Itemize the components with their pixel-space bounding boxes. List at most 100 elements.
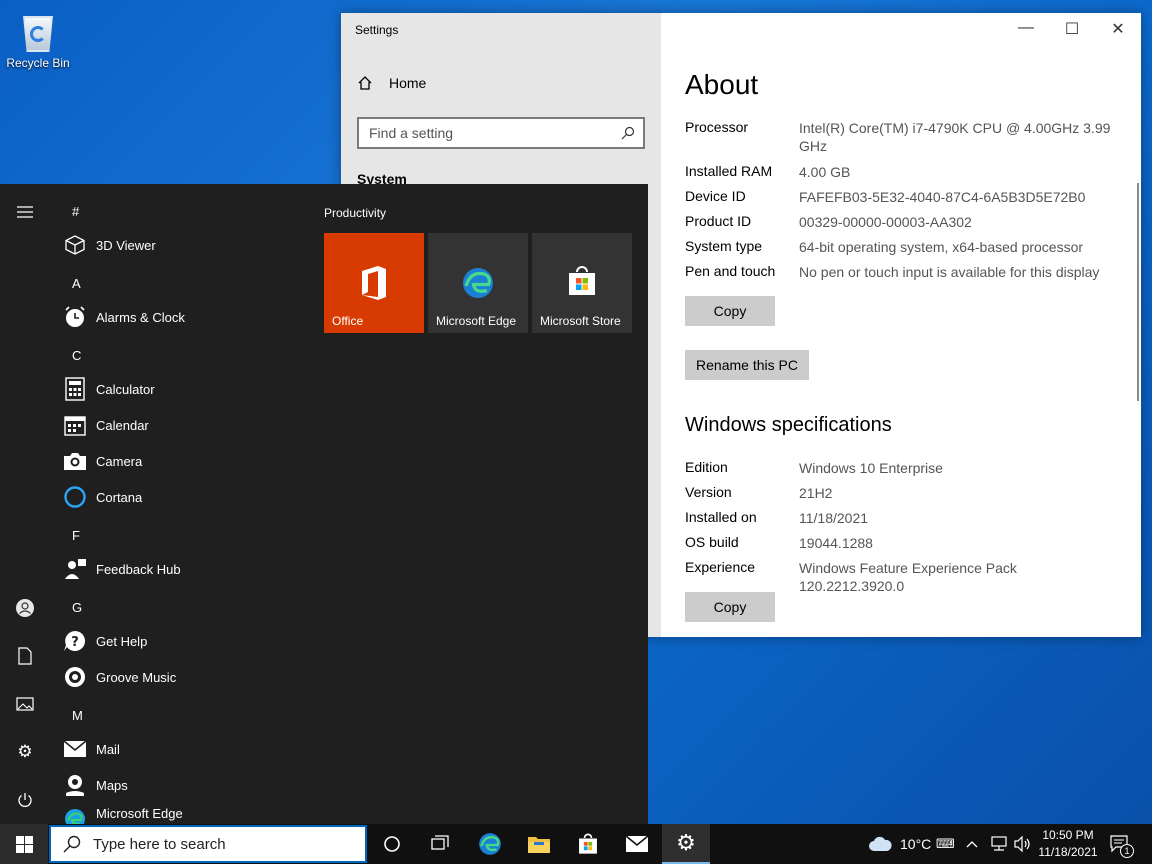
close-button[interactable]: ✕: [1095, 19, 1141, 39]
spec-value: 4.00 GB: [799, 164, 851, 180]
letter-header-a[interactable]: A: [72, 276, 81, 291]
calculator-icon: [62, 376, 88, 402]
app-item-microsoft-edge[interactable]: Microsoft Edge: [62, 803, 302, 824]
letter-header-g[interactable]: G: [72, 600, 82, 615]
start-button[interactable]: [0, 824, 48, 864]
task-view-button[interactable]: [416, 824, 464, 864]
ime-icon[interactable]: ⌨: [936, 824, 955, 864]
tile-label: Microsoft Store: [540, 314, 621, 328]
app-item-calendar[interactable]: Calendar: [62, 407, 302, 443]
letter-header-f[interactable]: F: [72, 528, 80, 543]
edge-icon: [479, 833, 501, 855]
settings-gear-icon[interactable]: ⚙: [13, 740, 37, 764]
minimize-button[interactable]: —: [1003, 19, 1049, 37]
documents-icon[interactable]: [13, 644, 37, 668]
alarm-clock-icon: [62, 304, 88, 330]
windows-logo-icon: [15, 835, 33, 853]
user-account-icon[interactable]: [13, 596, 37, 620]
about-heading: About: [685, 69, 759, 100]
app-label: Cortana: [96, 489, 143, 505]
app-item-get-help[interactable]: ? Get Help: [62, 623, 302, 659]
app-label: Maps: [96, 777, 128, 793]
home-nav-item[interactable]: Home: [357, 75, 426, 91]
scrollbar[interactable]: [1137, 183, 1139, 401]
app-item-camera[interactable]: Camera: [62, 443, 302, 479]
spec-value: FAFEFB03-5E32-4040-87C4-6A5B3D5E72B0: [799, 189, 1086, 205]
app-label: Camera: [96, 453, 143, 469]
letter-header-c[interactable]: C: [72, 348, 81, 363]
spec-value: Windows 10 Enterprise: [799, 460, 943, 476]
app-item-groove-music[interactable]: Groove Music: [62, 659, 302, 695]
app-item-cortana[interactable]: Cortana: [62, 479, 302, 515]
taskbar-search-box[interactable]: [49, 825, 367, 863]
settings-gear-icon: ⚙: [676, 830, 696, 855]
spec-key: Product ID: [685, 213, 752, 229]
copy-device-specs-button[interactable]: Copy: [685, 296, 775, 326]
store-icon: [579, 833, 597, 854]
search-icon: [63, 835, 81, 853]
spec-value: Windows Feature Experience Pack 120.2212…: [799, 560, 1017, 594]
tile-label: Office: [332, 314, 364, 328]
power-icon[interactable]: [13, 788, 37, 812]
cortana-icon: [62, 484, 88, 510]
office-icon: [362, 266, 386, 300]
letter-header-hash[interactable]: #: [72, 204, 79, 219]
volume-icon[interactable]: [1014, 824, 1032, 864]
taskbar-settings[interactable]: ⚙: [662, 824, 710, 864]
spec-key: Installed on: [685, 509, 757, 525]
maximize-button[interactable]: ☐: [1049, 19, 1095, 39]
edge-icon: [62, 806, 88, 824]
spec-value: 21H2: [799, 485, 833, 501]
rename-pc-button[interactable]: Rename this PC: [685, 350, 809, 380]
task-view-icon: [431, 835, 449, 850]
tile-microsoft-edge[interactable]: Microsoft Edge: [428, 233, 528, 333]
weather-temp: 10°C: [900, 836, 932, 852]
svg-text:?: ?: [71, 635, 79, 650]
tile-office[interactable]: Office: [324, 233, 424, 333]
taskbar-mail[interactable]: [613, 824, 661, 864]
find-setting-box[interactable]: [357, 117, 645, 149]
pictures-icon[interactable]: [13, 692, 37, 716]
spec-key: Processor: [685, 119, 749, 135]
network-icon[interactable]: [990, 824, 1008, 864]
help-icon: ?: [62, 628, 88, 654]
spec-key: Edition: [685, 459, 728, 475]
taskbar-edge[interactable]: [466, 824, 514, 864]
taskbar-search-input[interactable]: [93, 835, 353, 853]
taskbar-file-explorer[interactable]: [515, 824, 563, 864]
app-item-3d-viewer[interactable]: 3D Viewer: [62, 227, 302, 263]
app-item-calculator[interactable]: Calculator: [62, 371, 302, 407]
recycle-bin-shortcut[interactable]: Recycle Bin: [4, 6, 72, 70]
app-label: Feedback Hub: [96, 561, 181, 577]
app-item-maps[interactable]: Maps: [62, 767, 302, 803]
music-icon: [62, 664, 88, 690]
home-icon: [358, 76, 372, 90]
app-item-alarms-clock[interactable]: Alarms & Clock: [62, 299, 302, 335]
weather-widget[interactable]: 10°C: [868, 824, 931, 864]
taskbar-microsoft-store[interactable]: [564, 824, 612, 864]
letter-header-m[interactable]: M: [72, 708, 83, 723]
cortana-button[interactable]: [368, 824, 416, 864]
app-label: Mail: [96, 741, 120, 757]
clock[interactable]: 10:50 PM 11/18/2021: [1034, 827, 1102, 861]
app-label: Alarms & Clock: [96, 309, 185, 325]
action-center-button[interactable]: 1: [1110, 824, 1134, 864]
find-setting-input[interactable]: [359, 119, 609, 147]
start-menu: ⚙ # 3D Viewer A Alarms & Clock C Calcula…: [0, 184, 648, 824]
app-item-feedback-hub[interactable]: Feedback Hub: [62, 551, 302, 587]
spec-value: Intel(R) Core(TM) i7-4790K CPU @ 4.00GHz…: [799, 120, 1111, 154]
app-item-mail[interactable]: Mail: [62, 731, 302, 767]
spec-value: 19044.1288: [799, 535, 873, 551]
hamburger-menu-icon[interactable]: [13, 200, 37, 224]
spec-key: System type: [685, 238, 763, 254]
cortana-circle-icon: [384, 836, 400, 852]
tile-microsoft-store[interactable]: Microsoft Store: [532, 233, 632, 333]
store-icon: [569, 266, 595, 295]
spec-key: Pen and touch: [685, 263, 776, 279]
show-hidden-icons-button[interactable]: [966, 824, 978, 864]
app-label: Groove Music: [96, 669, 177, 685]
copy-windows-specs-button[interactable]: Copy: [685, 592, 775, 622]
spec-value: 64-bit operating system, x64-based proce…: [799, 239, 1084, 255]
maps-icon: [62, 772, 88, 798]
edge-icon: [463, 268, 493, 298]
